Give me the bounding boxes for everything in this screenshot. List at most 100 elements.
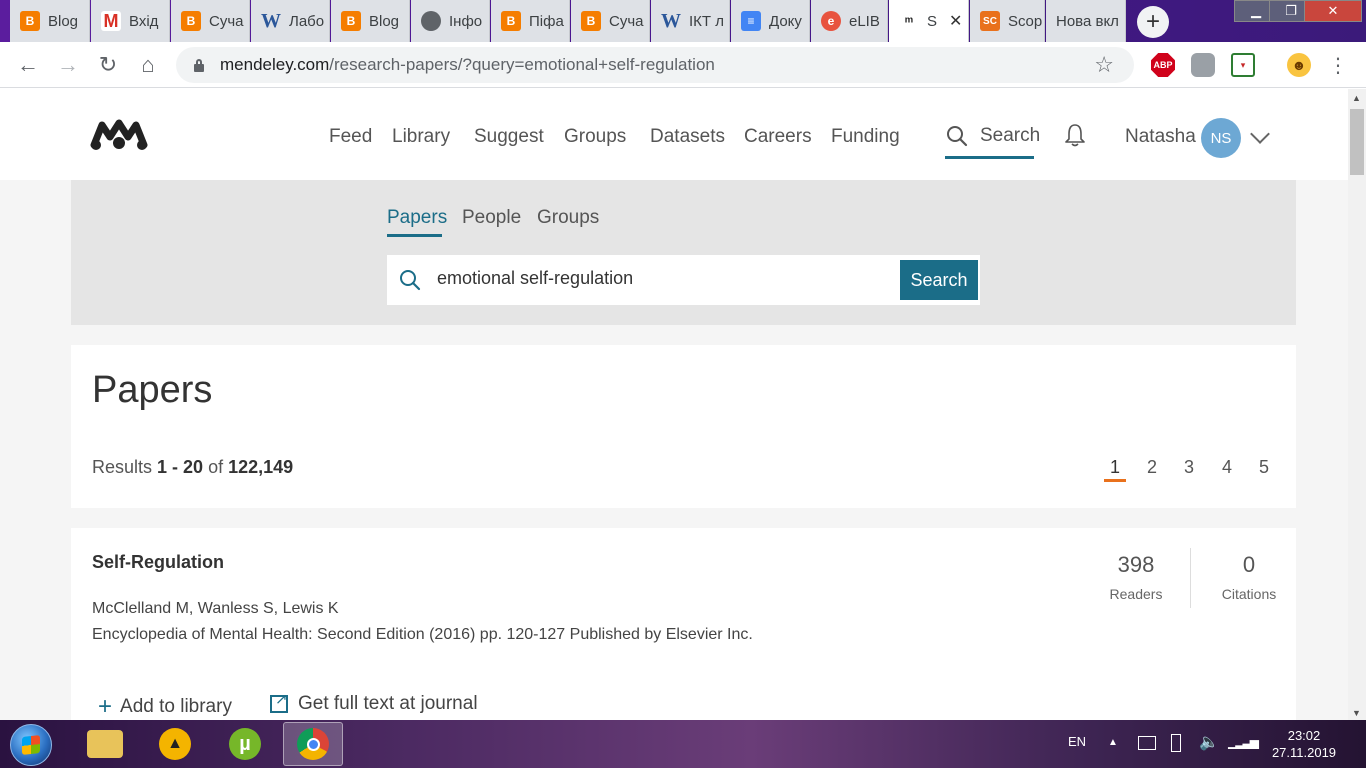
paper-title[interactable]: Self-Regulation [92,552,224,573]
tab-papers[interactable]: Papers [387,207,447,229]
scrollbar-thumb[interactable] [1350,109,1364,175]
close-window-button[interactable]: ✕ [1304,0,1362,22]
taskbar-explorer[interactable] [75,722,135,766]
address-bar[interactable]: mendeley.com/research-papers/?query=emot… [176,47,1134,83]
nav-datasets[interactable]: Datasets [650,126,725,148]
reload-button[interactable]: ↻ [94,51,122,79]
tab-groups[interactable]: Groups [537,207,599,229]
add-to-library-button[interactable]: + Add to library [98,693,232,720]
tray-expand-icon[interactable]: ▲ [1108,737,1118,748]
browser-tab[interactable]: ≡ Доку [731,0,810,42]
plus-icon: + [1145,8,1160,35]
system-clock[interactable]: 23:02 27.11.2019 [1264,727,1344,761]
calendar-icon[interactable]: ▾ [1231,53,1255,77]
nav-feed[interactable]: Feed [329,126,372,148]
forward-button[interactable]: → [54,51,82,79]
current-page-indicator [1104,479,1126,482]
nav-suggest[interactable]: Suggest [474,126,544,148]
scroll-down-icon[interactable]: ▼ [1352,708,1361,718]
browser-tab[interactable]: B Blog [331,0,410,42]
citations-metric: 0 Citations [1217,552,1281,602]
browser-toolbar: ← → ↻ ⌂ mendeley.com/research-papers/?qu… [0,42,1366,88]
minimize-icon: ▁ [1251,3,1261,18]
windows-taskbar: ▲ µ EN ▲ 🔈 ▁▂▃▅ 23:02 27.11.2019 [0,720,1366,768]
page-scrollbar[interactable]: ▲ ▼ [1348,89,1366,720]
notifications-bell-icon[interactable] [1064,122,1086,148]
page-link-5[interactable]: 5 [1259,457,1269,478]
browser-tab[interactable]: e eLIB [811,0,888,42]
gmail-icon: M [101,11,121,31]
chrome-icon [297,728,329,760]
language-indicator[interactable]: EN [1068,734,1086,749]
browser-tab[interactable]: B Піфа [491,0,570,42]
taskbar-aimp[interactable]: ▲ [145,722,205,766]
taskbar-utorrent[interactable]: µ [215,722,275,766]
search-input[interactable]: emotional self-regulation Search [387,255,980,305]
back-button[interactable]: ← [14,51,42,79]
mendeley-logo[interactable] [90,119,148,151]
browser-tab[interactable]: Нова вкл [1046,0,1126,42]
word-icon: W [661,9,681,32]
taskbar-chrome[interactable] [283,722,343,766]
tab-people[interactable]: People [462,207,521,229]
docs-icon: ≡ [741,11,761,31]
signal-icon[interactable]: ▁▂▃▅ [1228,735,1259,749]
search-icon [400,270,421,291]
browser-tab[interactable]: B Blog [10,0,90,42]
bookmark-star-icon[interactable]: ☆ [1094,52,1114,78]
search-button[interactable]: Search [900,260,978,300]
nav-search[interactable]: Search [946,125,1040,147]
browser-tab[interactable]: B Суча [171,0,250,42]
browser-tab[interactable]: W Лабо [251,0,330,42]
network-icon[interactable] [1138,736,1156,750]
nav-careers[interactable]: Careers [744,126,812,148]
abp-icon[interactable]: ABP [1151,53,1175,77]
aimp-icon: ▲ [159,728,191,760]
browser-tab[interactable]: W ІКТ л [651,0,730,42]
user-name[interactable]: Natasha [1125,126,1196,148]
divider [1190,548,1191,608]
scopus-icon: SC [980,11,1000,31]
readers-count: 398 [1117,552,1155,577]
browser-tab[interactable]: B Суча [571,0,650,42]
nav-groups[interactable]: Groups [564,126,626,148]
url-path: /research-papers/?query=emotional+self-r… [329,55,715,74]
scroll-up-icon[interactable]: ▲ [1352,93,1361,103]
avatar[interactable]: NS [1201,118,1241,158]
start-button[interactable] [10,724,52,766]
blogger-icon: B [581,11,601,31]
page-link-2[interactable]: 2 [1147,457,1157,478]
list-item: Self-Regulation McClelland M, Wanless S,… [71,528,1296,720]
readers-label: Readers [1109,586,1163,602]
browser-tab-active[interactable]: ᵐS ✕ [889,0,969,42]
close-icon[interactable]: ✕ [949,11,962,31]
utorrent-icon: µ [229,728,261,760]
page-link-3[interactable]: 3 [1184,457,1194,478]
battery-icon[interactable] [1171,734,1181,752]
chevron-down-icon[interactable] [1250,124,1270,144]
mask-icon[interactable] [1191,53,1215,77]
blogger-icon: B [181,11,201,31]
nav-funding[interactable]: Funding [831,126,900,148]
get-full-text-link[interactable]: Get full text at journal [270,690,478,715]
emoji-icon[interactable]: ☻ [1287,53,1311,77]
page-link-1[interactable]: 1 [1110,457,1120,478]
blogger-icon: B [341,11,361,31]
url-host: mendeley.com [220,55,330,74]
search-query[interactable]: emotional self-regulation [437,268,633,289]
browser-tab[interactable]: M Вхід [91,0,170,42]
volume-icon[interactable]: 🔈 [1199,732,1219,752]
nav-library[interactable]: Library [392,126,450,148]
elibrary-icon: e [821,11,841,31]
home-button[interactable]: ⌂ [134,51,162,79]
browser-tab[interactable]: Інфо [411,0,490,42]
external-link-icon [270,690,288,713]
browser-menu-button[interactable]: ⋮ [1324,51,1352,79]
new-tab-button[interactable]: + [1137,6,1169,38]
restore-icon: ❐ [1285,3,1297,18]
browser-tab[interactable]: SC Scop [970,0,1045,42]
plus-icon: + [98,693,113,720]
close-icon: ✕ [1327,3,1339,18]
more-vertical-icon: ⋮ [1328,54,1348,77]
page-link-4[interactable]: 4 [1222,457,1232,478]
